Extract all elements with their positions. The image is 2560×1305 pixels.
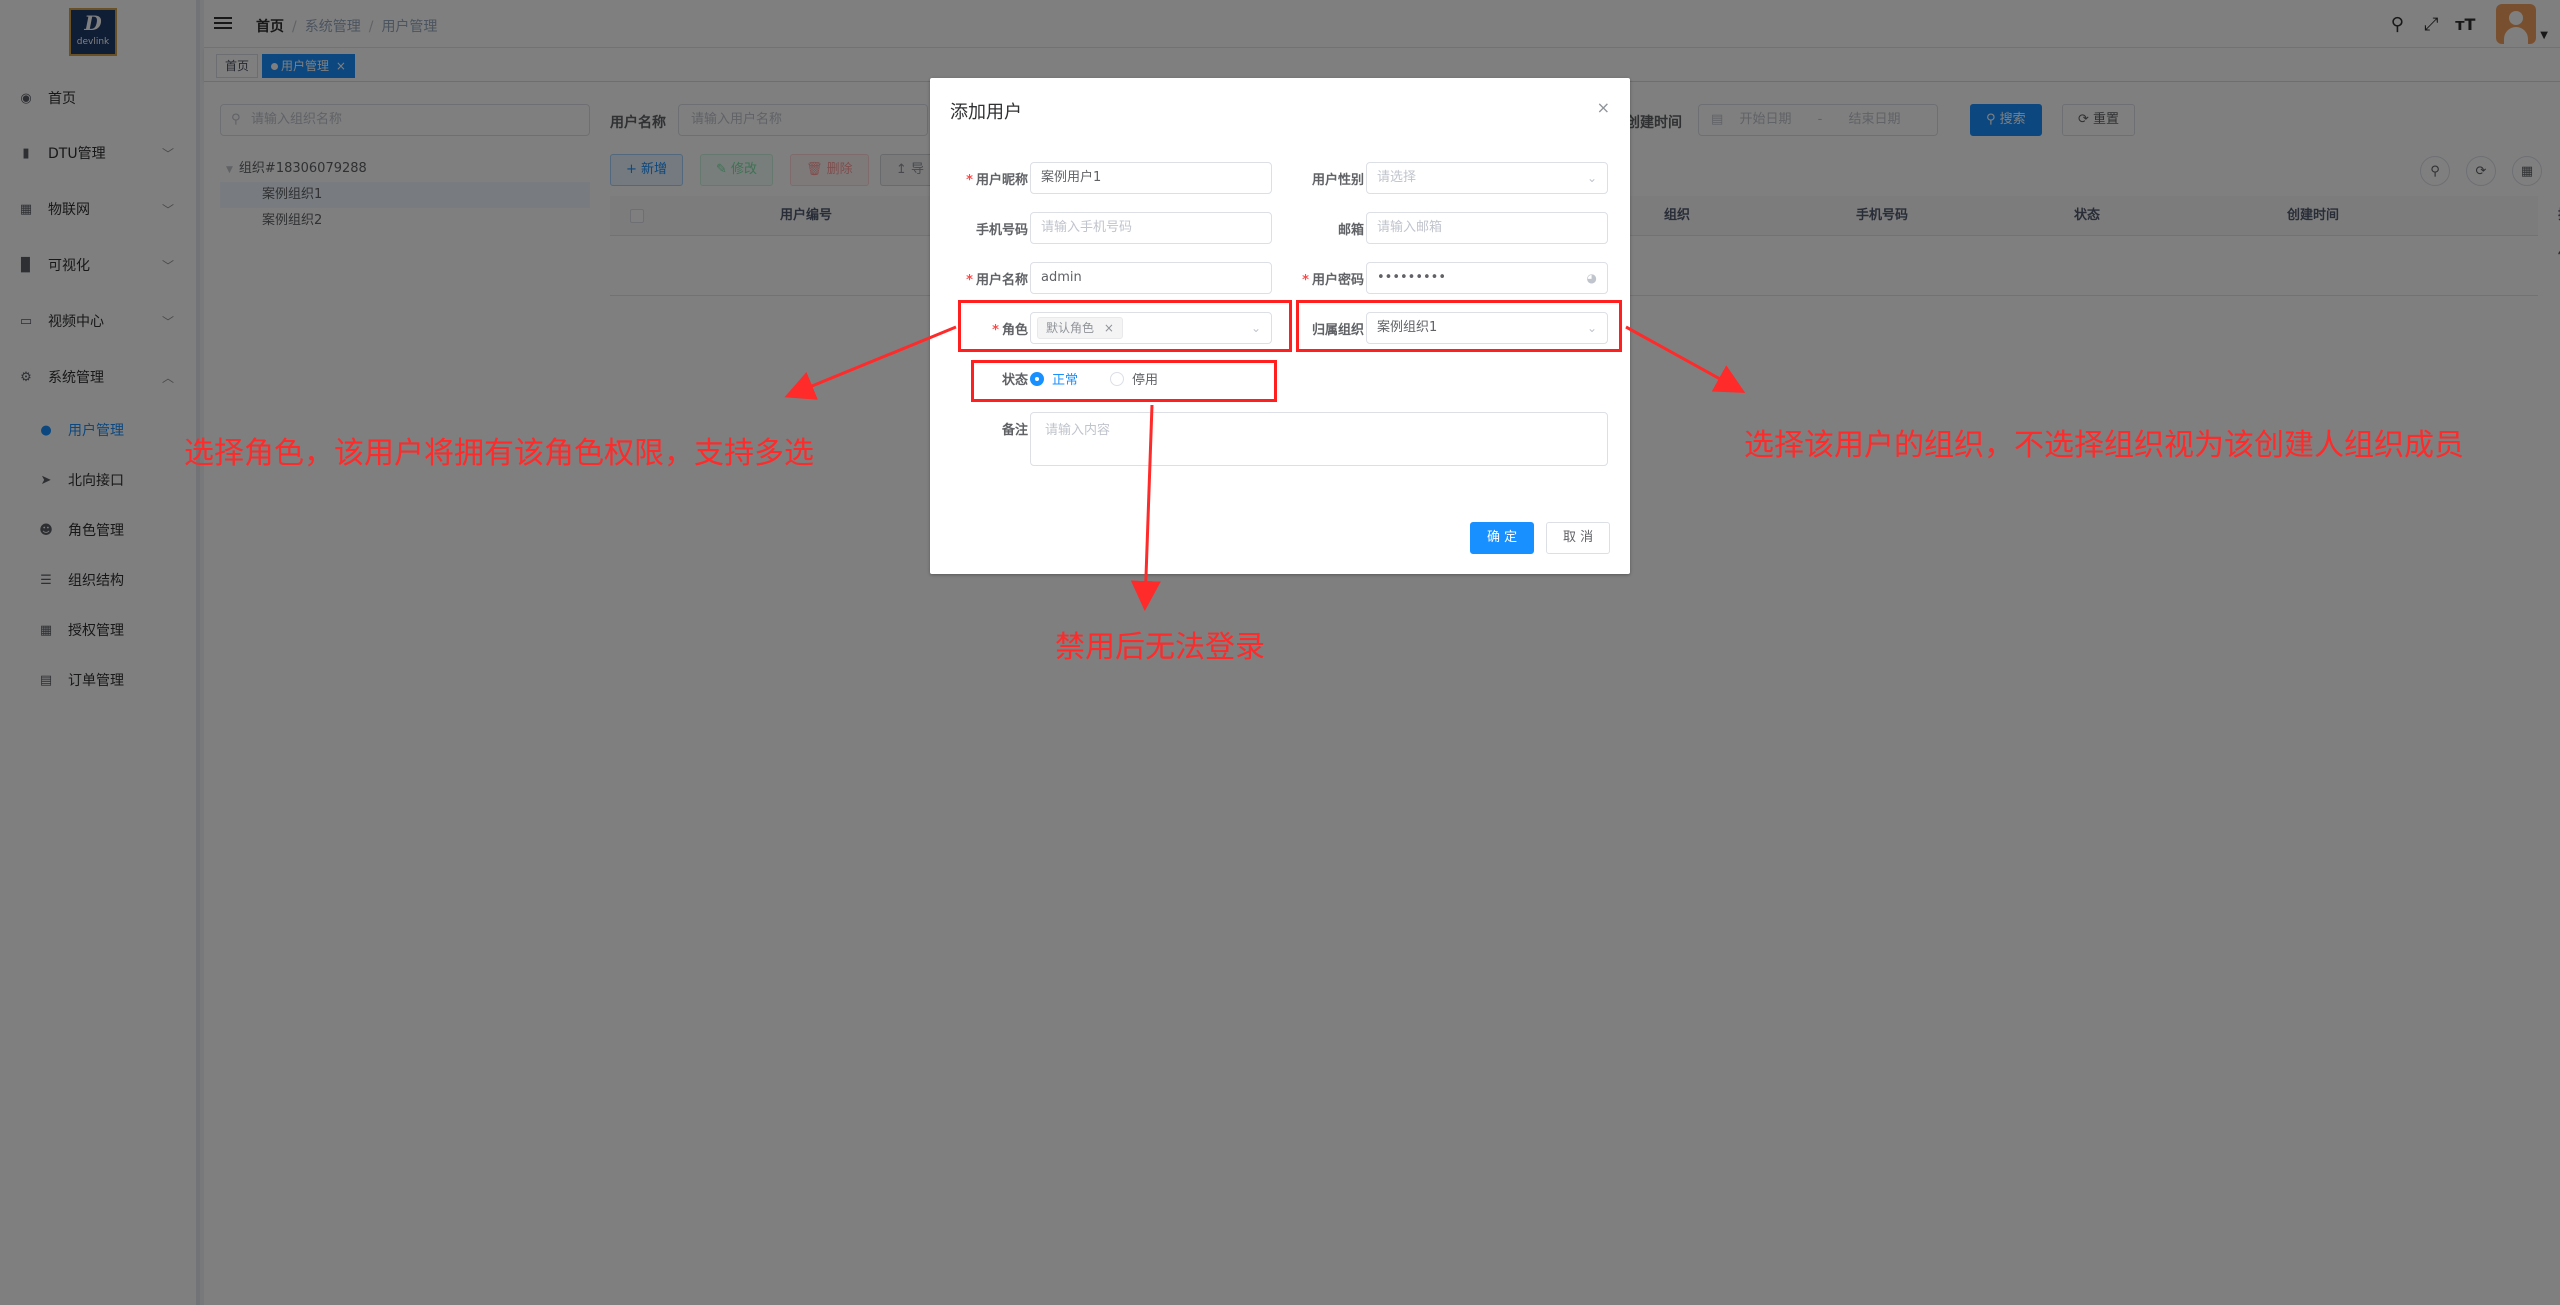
status-annotation: 禁用后无法登录	[1055, 630, 1265, 665]
org-arrow	[1625, 325, 1746, 393]
role-arrow	[784, 325, 957, 400]
annotation-arrows	[784, 325, 1746, 611]
status-arrow	[1130, 404, 1161, 611]
org-annotation: 选择该用户的组织，不选择组织视为该创建人组织成员	[1744, 428, 2464, 463]
role-annotation: 选择角色，该用户将拥有该角色权限，支持多选	[184, 436, 814, 471]
